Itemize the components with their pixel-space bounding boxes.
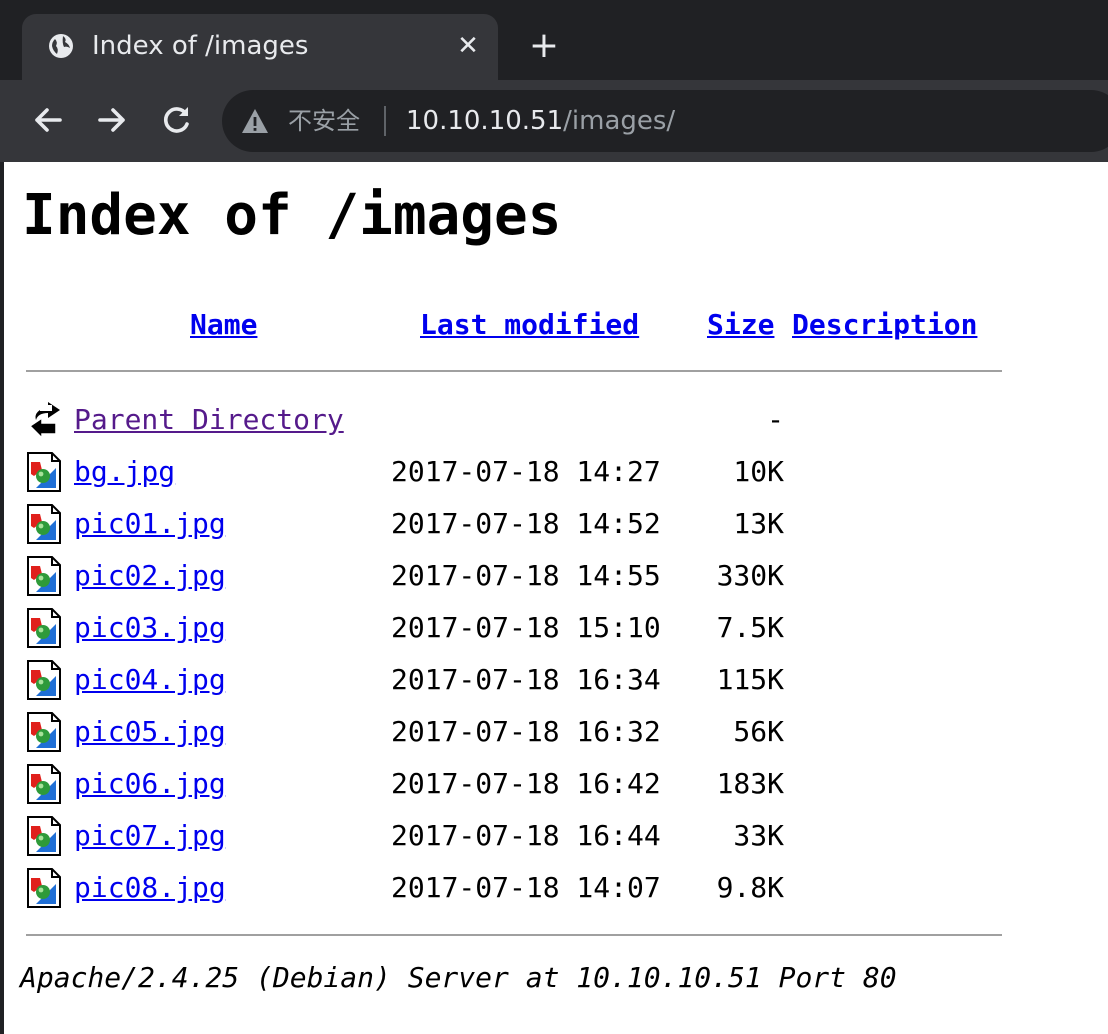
page-content: Index of /images Name Last modified Size… bbox=[0, 162, 1108, 1034]
browser-toolbar: 不安全 10.10.10.51/images/ bbox=[0, 80, 1108, 162]
column-header-name[interactable]: Name bbox=[190, 306, 257, 344]
parent-directory-row: Parent Directory - bbox=[26, 398, 1006, 450]
url-path: /images/ bbox=[563, 106, 676, 136]
image-file-icon bbox=[26, 608, 62, 648]
column-header-size[interactable]: Size bbox=[707, 306, 774, 344]
modified-cell: 2017-07-18 14:52 bbox=[391, 507, 661, 540]
globe-icon bbox=[48, 33, 74, 59]
tab-strip: Index of /images ✕ + bbox=[0, 0, 1108, 80]
file-row: pic05.jpg 2017-07-18 16:32 56K bbox=[26, 710, 1006, 762]
modified-cell: 2017-07-18 16:34 bbox=[391, 663, 661, 696]
footer-divider bbox=[26, 934, 1002, 936]
browser-chrome: Index of /images ✕ + 不安全 10.10.10.51/ima… bbox=[0, 0, 1108, 162]
forward-arrow-icon[interactable] bbox=[92, 100, 132, 140]
not-secure-label[interactable]: 不安全 bbox=[288, 102, 360, 140]
size-cell: 10K bbox=[733, 455, 784, 488]
modified-cell: 2017-07-18 14:07 bbox=[391, 871, 661, 904]
modified-cell: 2017-07-18 16:44 bbox=[391, 819, 661, 852]
file-row: pic03.jpg 2017-07-18 15:10 7.5K bbox=[26, 606, 1006, 658]
column-header-last-modified[interactable]: Last modified bbox=[420, 306, 639, 344]
new-tab-button[interactable]: + bbox=[524, 26, 564, 66]
size-cell: 9.8K bbox=[716, 871, 784, 904]
server-signature: Apache/2.4.25 (Debian) Server at 10.10.1… bbox=[20, 961, 897, 994]
image-file-icon bbox=[26, 556, 62, 596]
address-separator bbox=[384, 106, 386, 136]
reload-icon[interactable] bbox=[156, 100, 196, 140]
file-link[interactable]: pic06.jpg bbox=[74, 762, 226, 806]
file-link[interactable]: pic02.jpg bbox=[74, 554, 226, 598]
size-cell: 183K bbox=[716, 767, 784, 800]
url-host: 10.10.10.51 bbox=[406, 106, 564, 136]
file-link[interactable]: pic04.jpg bbox=[74, 658, 226, 702]
browser-tab[interactable]: Index of /images ✕ bbox=[22, 14, 498, 80]
file-row: pic07.jpg 2017-07-18 16:44 33K bbox=[26, 814, 1006, 866]
file-row: pic04.jpg 2017-07-18 16:34 115K bbox=[26, 658, 1006, 710]
size-cell: 13K bbox=[733, 507, 784, 540]
size-cell: 115K bbox=[716, 663, 784, 696]
address-bar[interactable]: 不安全 10.10.10.51/images/ bbox=[222, 90, 1108, 152]
page-title: Index of /images bbox=[22, 183, 562, 248]
tab-title: Index of /images bbox=[92, 31, 309, 61]
file-link[interactable]: bg.jpg bbox=[74, 450, 175, 494]
window-edge bbox=[0, 162, 4, 1034]
parent-directory-link[interactable]: Parent Directory bbox=[74, 398, 344, 442]
file-row: pic02.jpg 2017-07-18 14:55 330K bbox=[26, 554, 1006, 606]
column-header-description[interactable]: Description bbox=[792, 306, 977, 344]
image-file-icon bbox=[26, 452, 62, 492]
size-cell: 7.5K bbox=[716, 611, 784, 644]
file-link[interactable]: pic03.jpg bbox=[74, 606, 226, 650]
size-cell: 56K bbox=[733, 715, 784, 748]
header-divider bbox=[26, 370, 1002, 372]
back-arrow-icon[interactable] bbox=[28, 100, 68, 140]
file-row: pic08.jpg 2017-07-18 14:07 9.8K bbox=[26, 866, 1006, 918]
url-text[interactable]: 10.10.10.51/images/ bbox=[406, 102, 675, 140]
file-link[interactable]: pic07.jpg bbox=[74, 814, 226, 858]
modified-cell: 2017-07-18 16:32 bbox=[391, 715, 661, 748]
modified-cell: 2017-07-18 14:27 bbox=[391, 455, 661, 488]
file-link[interactable]: pic08.jpg bbox=[74, 866, 226, 910]
file-link[interactable]: pic01.jpg bbox=[74, 502, 226, 546]
image-file-icon bbox=[26, 712, 62, 752]
image-file-icon bbox=[26, 868, 62, 908]
image-file-icon bbox=[26, 764, 62, 804]
size-cell: - bbox=[767, 403, 784, 436]
image-file-icon bbox=[26, 504, 62, 544]
size-cell: 330K bbox=[716, 559, 784, 592]
size-cell: 33K bbox=[733, 819, 784, 852]
file-row: pic06.jpg 2017-07-18 16:42 183K bbox=[26, 762, 1006, 814]
modified-cell: 2017-07-18 15:10 bbox=[391, 611, 661, 644]
modified-cell: 2017-07-18 14:55 bbox=[391, 559, 661, 592]
file-row: bg.jpg 2017-07-18 14:27 10K bbox=[26, 450, 1006, 502]
close-tab-icon[interactable]: ✕ bbox=[452, 30, 484, 62]
file-row: pic01.jpg 2017-07-18 14:52 13K bbox=[26, 502, 1006, 554]
file-link[interactable]: pic05.jpg bbox=[74, 710, 226, 754]
image-file-icon bbox=[26, 816, 62, 856]
back-arrow-folder-icon bbox=[26, 400, 62, 440]
image-file-icon bbox=[26, 660, 62, 700]
modified-cell: 2017-07-18 16:42 bbox=[391, 767, 661, 800]
warning-triangle-icon[interactable] bbox=[240, 106, 270, 136]
